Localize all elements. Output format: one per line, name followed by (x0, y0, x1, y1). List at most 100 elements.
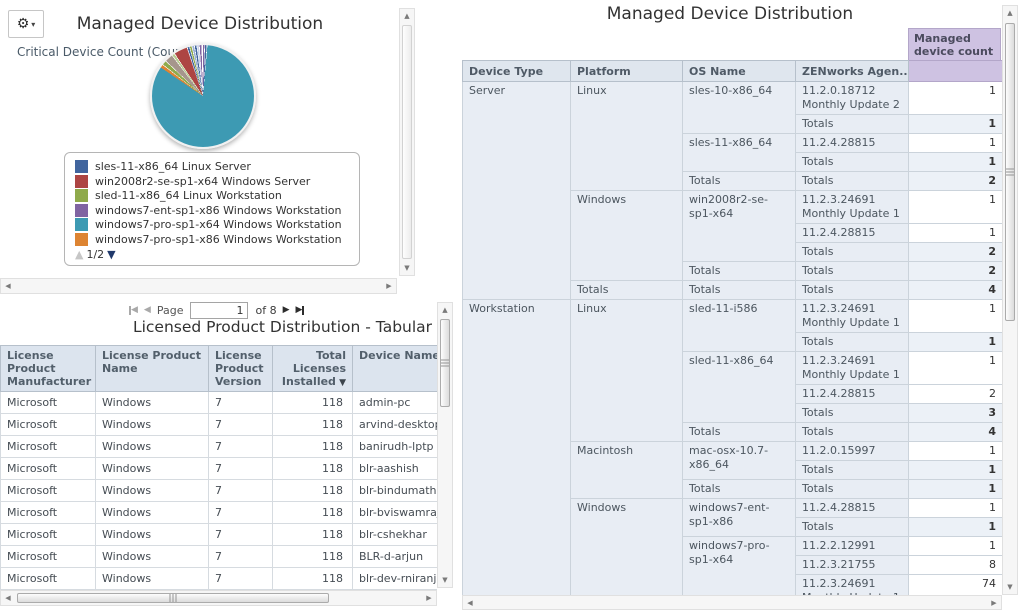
scroll-left-icon[interactable]: ◀ (1, 279, 15, 293)
legend-label: windows7-pro-sp1-x86 Windows Workstation (95, 233, 342, 246)
table-cell: windows7-ent-sp1-x86 (683, 499, 796, 537)
pie-chart[interactable] (150, 43, 256, 149)
table-cell: 11.2.4.28815 (796, 134, 909, 153)
table-row[interactable]: MicrosoftWindows7118blr-dev-rniranjan (1, 568, 438, 590)
table-cell: 11.2.3.21755 (796, 556, 909, 575)
table-cell: 118 (273, 524, 353, 546)
table-row[interactable]: MicrosoftWindows7118BLR-d-arjun (1, 546, 438, 568)
column-header[interactable]: Device Type (463, 61, 571, 82)
scroll-left-icon[interactable]: ◀ (1, 591, 15, 605)
table-cell: 118 (273, 414, 353, 436)
pie-title: Managed Device Distribution (0, 14, 400, 34)
legend-item[interactable]: windows7-ent-sp1-x86 Windows Workstation (75, 204, 351, 217)
table-cell: Microsoft (1, 414, 96, 436)
first-page-button[interactable]: ◀ (129, 306, 138, 315)
prev-page-button[interactable]: ◀ (144, 306, 151, 315)
table-cell: 11.2.3.24691 Monthly Update 1 (796, 575, 909, 596)
scroll-down-icon[interactable]: ▼ (1003, 580, 1017, 594)
count-cell: 1 (909, 224, 1003, 243)
count-cell: 3 (909, 404, 1003, 423)
table-row[interactable]: MicrosoftWindows7118blr-bviswamraju (1, 502, 438, 524)
pie-legend-items: sles-11-x86_64 Linux Server win2008r2-se-… (75, 160, 351, 246)
next-page-button[interactable]: ▶ (283, 306, 290, 315)
device-horizontal-scrollbar[interactable]: ◀ ▶ (462, 595, 1002, 610)
scroll-left-icon[interactable]: ◀ (463, 596, 477, 610)
table-row[interactable]: MicrosoftWindows7118blr-bindumathi (1, 480, 438, 502)
table-row[interactable]: MicrosoftWindows7118blr-aashish (1, 458, 438, 480)
legend-label: sles-11-x86_64 Linux Server (95, 160, 251, 173)
legend-item[interactable]: sled-11-x86_64 Linux Workstation (75, 189, 351, 202)
table-cell: Windows (96, 546, 209, 568)
table-cell: Totals (683, 262, 796, 281)
table-cell: 7 (209, 480, 273, 502)
scroll-thumb[interactable] (17, 593, 329, 603)
scroll-thumb[interactable] (402, 25, 412, 259)
column-header[interactable]: OS Name (683, 61, 796, 82)
column-header[interactable]: License Product Name (96, 346, 209, 392)
pie-vertical-scrollbar[interactable]: ▲ ▼ (399, 8, 415, 276)
table-cell: 11.2.4.28815 (796, 385, 909, 404)
scroll-thumb[interactable] (1005, 23, 1015, 321)
table-cell: Server (463, 82, 571, 300)
table-cell: 7 (209, 546, 273, 568)
legend-color-chip (75, 233, 88, 246)
count-cell: 2 (909, 262, 1003, 281)
scroll-thumb[interactable] (440, 319, 450, 407)
legend-page-up-icon[interactable]: ▲ (75, 248, 83, 261)
table-row: WorkstationLinuxsled-11-i58611.2.3.24691… (463, 300, 1003, 333)
column-header[interactable]: License Product Manufacturer (1, 346, 96, 392)
scroll-right-icon[interactable]: ▶ (422, 591, 436, 605)
licensed-title: Licensed Product Distribution - Tabular (0, 318, 455, 336)
page-input[interactable] (190, 302, 248, 319)
count-cell: 1 (909, 352, 1003, 385)
thumb-grip (441, 360, 449, 367)
scroll-right-icon[interactable]: ▶ (987, 596, 1001, 610)
licensed-horizontal-scrollbar[interactable]: ◀ ▶ (0, 590, 437, 606)
table-row[interactable]: MicrosoftWindows7118admin-pc (1, 392, 438, 414)
table-cell: blr-aashish (353, 458, 438, 480)
licensed-vertical-scrollbar[interactable]: ▲ ▼ (437, 302, 453, 588)
table-row[interactable]: MicrosoftWindows7118banirudh-lptp (1, 436, 438, 458)
legend-label: windows7-pro-sp1-x64 Windows Workstation (95, 218, 342, 231)
legend-pager: ▲ 1/2 ▼ (75, 248, 351, 261)
table-cell: Totals (796, 423, 909, 442)
legend-item[interactable]: win2008r2-se-sp1-x64 Windows Server (75, 175, 351, 188)
scroll-down-icon[interactable]: ▼ (438, 573, 452, 587)
column-header[interactable]: Total Licenses Installed ▼ (273, 346, 353, 392)
table-row[interactable]: MicrosoftWindows7118blr-cshekhar (1, 524, 438, 546)
licensed-pager: ◀ ◀ Page of 8 ▶ ▶ (126, 302, 307, 319)
column-header[interactable]: Platform (571, 61, 683, 82)
legend-page-down-icon[interactable]: ▼ (107, 248, 115, 261)
legend-item[interactable]: windows7-pro-sp1-x64 Windows Workstation (75, 218, 351, 231)
column-header[interactable]: Device Name (353, 346, 438, 392)
count-cell: 1 (909, 300, 1003, 333)
count-cell: 8 (909, 556, 1003, 575)
table-cell: blr-cshekhar (353, 524, 438, 546)
table-cell: Microsoft (1, 392, 96, 414)
table-cell: Microsoft (1, 436, 96, 458)
scroll-up-icon[interactable]: ▲ (400, 9, 414, 23)
column-header[interactable]: ZENworks Agen... (796, 61, 909, 82)
table-cell: 7 (209, 502, 273, 524)
table-row[interactable]: MicrosoftWindows7118arvind-desktop (1, 414, 438, 436)
scroll-up-icon[interactable]: ▲ (438, 303, 452, 317)
legend-item[interactable]: windows7-pro-sp1-x86 Windows Workstation (75, 233, 351, 246)
table-cell: Windows (96, 480, 209, 502)
scroll-right-icon[interactable]: ▶ (382, 279, 396, 293)
last-page-button[interactable]: ▶ (296, 306, 305, 315)
dashboard: ⚙▾ Managed Device Distribution Critical … (0, 0, 1018, 610)
legend-item[interactable]: sles-11-x86_64 Linux Server (75, 160, 351, 173)
scroll-down-icon[interactable]: ▼ (400, 261, 414, 275)
table-cell: Windows (96, 568, 209, 590)
device-table: Device Type Platform OS Name ZENworks Ag… (462, 60, 1002, 595)
count-cell: 2 (909, 385, 1003, 404)
table-cell: Windows (571, 191, 683, 281)
pie-horizontal-scrollbar[interactable]: ◀ ▶ (0, 278, 397, 294)
table-cell: Totals (796, 404, 909, 423)
device-vertical-scrollbar[interactable]: ▲ ▼ (1002, 5, 1018, 595)
scroll-up-icon[interactable]: ▲ (1003, 6, 1017, 20)
thumb-grip (170, 594, 177, 602)
column-header-count[interactable] (909, 61, 1003, 82)
column-header[interactable]: License Product Version (209, 346, 273, 392)
count-cell: 1 (909, 333, 1003, 352)
